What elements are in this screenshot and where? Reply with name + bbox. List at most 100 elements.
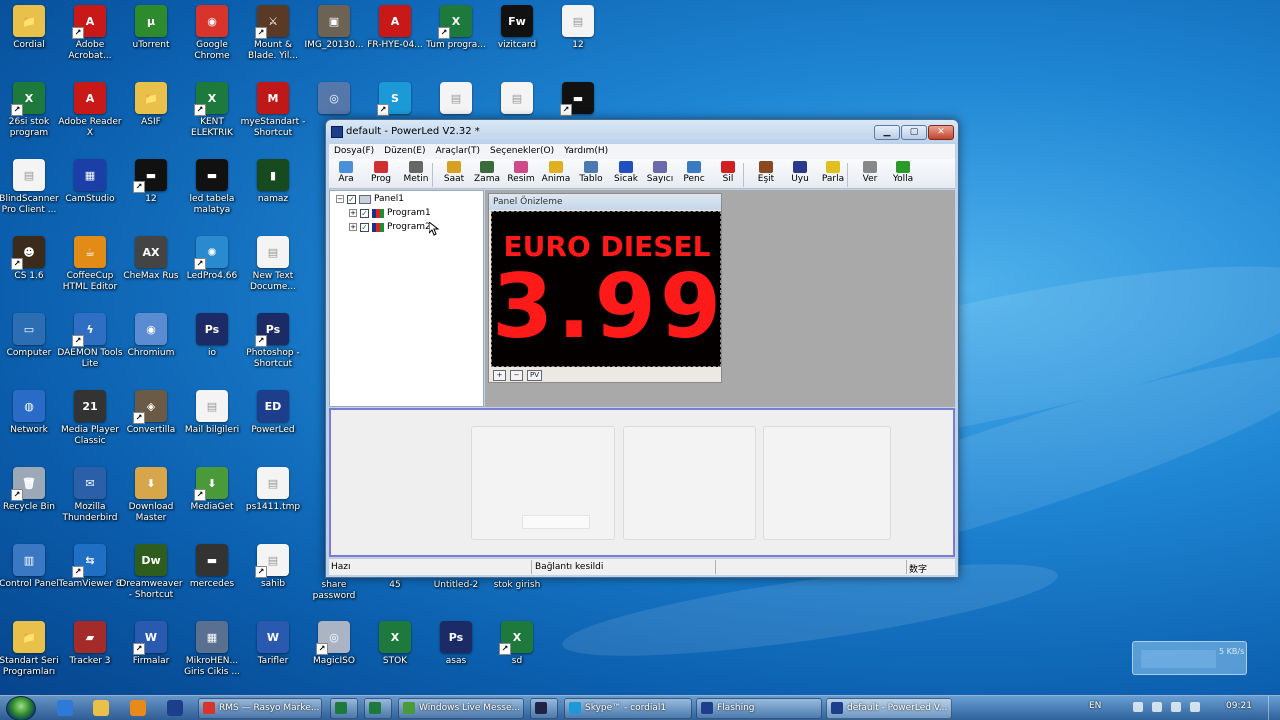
desktop-icon[interactable]: W Tarifler: [239, 621, 307, 667]
desktop-icon[interactable]: 📁 ASIF: [117, 82, 185, 128]
program1-checkbox[interactable]: ✓: [360, 208, 369, 218]
desktop-icon[interactable]: ✺LedPro4.66: [178, 236, 246, 282]
desktop-icon[interactable]: ▤ BlindScanner Pro Client ...: [0, 159, 63, 216]
desktop-icon[interactable]: XKENT ELEKTRIK: [178, 82, 246, 139]
panel-preview[interactable]: Panel Önizleme EURO DIESEL 3.99 + − PV: [488, 193, 722, 383]
toolbar-button[interactable]: Sicak: [609, 161, 643, 184]
desktop-icon-label[interactable]: 45: [361, 580, 429, 591]
pv-button[interactable]: PV: [527, 370, 542, 381]
desktop-icon[interactable]: A FR-HYE-04...: [361, 5, 429, 51]
desktop-icon[interactable]: ϟDAEMON Tools Lite: [56, 313, 124, 370]
tree-node-panel1[interactable]: − ✓ Panel1: [336, 193, 404, 205]
desktop-icon[interactable]: X STOK: [361, 621, 429, 667]
volume-icon[interactable]: [1171, 702, 1181, 712]
zoom-out-button[interactable]: −: [510, 370, 523, 381]
desktop-icon[interactable]: ▰ Tracker 3: [56, 621, 124, 667]
taskbar-button[interactable]: [530, 698, 558, 719]
taskbar-button[interactable]: default - PowerLed V...: [826, 698, 952, 719]
taskbar-button[interactable]: Flashing: [696, 698, 822, 719]
taskbar-button[interactable]: [330, 698, 358, 719]
collapse-toggle[interactable]: −: [336, 195, 344, 203]
desktop-icon[interactable]: ED PowerLed: [239, 390, 307, 436]
desktop-icon-label[interactable]: stok girish: [483, 580, 551, 591]
desktop-icon[interactable]: ▮ namaz: [239, 159, 307, 205]
toolbar-button[interactable]: Zama: [470, 161, 504, 184]
media-player-icon[interactable]: [130, 700, 146, 716]
toolbar-button[interactable]: Prog: [364, 161, 398, 184]
toolbar-button[interactable]: Ara: [329, 161, 363, 184]
desktop-icon[interactable]: Xsd: [483, 621, 551, 667]
desktop-icon[interactable]: X26si stok program: [0, 82, 63, 139]
toolbar-button[interactable]: Saat: [437, 161, 471, 184]
desktop-icon[interactable]: ⬇ Download Master: [117, 467, 185, 524]
desktop-icon[interactable]: ⚔Mount & Blade. Yil...: [239, 5, 307, 62]
expand-toggle[interactable]: +: [349, 209, 357, 217]
desktop-icon[interactable]: ⇆TeamViewer 8: [56, 544, 124, 590]
desktop-icon[interactable]: ☕ CoffeeCup HTML Editor: [56, 236, 124, 293]
desktop-icon[interactable]: ◈Convertilla: [117, 390, 185, 436]
desktop-icon[interactable]: ▤ New Text Docume...: [239, 236, 307, 293]
language-indicator[interactable]: EN: [1089, 701, 1101, 711]
led-display[interactable]: EURO DIESEL 3.99: [491, 211, 721, 367]
toolbar-button[interactable]: Sil: [711, 161, 745, 184]
desktop-icon[interactable]: ◉ Google Chrome: [178, 5, 246, 62]
desktop-icon-label[interactable]: share password: [300, 580, 368, 602]
menu-item[interactable]: Araçlar(T): [430, 144, 485, 159]
desktop-icon[interactable]: MmyeStandart - Shortcut: [239, 82, 307, 139]
program2-checkbox[interactable]: ✓: [360, 222, 369, 232]
desktop-icon[interactable]: AAdobe Acrobat...: [56, 5, 124, 62]
panel-checkbox[interactable]: ✓: [347, 194, 356, 204]
desktop-icon[interactable]: ▭ Computer: [0, 313, 63, 359]
expand-toggle[interactable]: +: [349, 223, 357, 231]
toolbar-button[interactable]: Penc: [677, 161, 711, 184]
desktop-icon[interactable]: XTum progra...: [422, 5, 490, 51]
desktop-icon[interactable]: ▥ Control Panel: [0, 544, 63, 590]
toolbar-button[interactable]: Metin: [399, 161, 433, 184]
desktop-icon[interactable]: Ps asas: [422, 621, 490, 667]
desktop-icon[interactable]: ▤sahib: [239, 544, 307, 590]
menu-item[interactable]: Yardım(H): [559, 144, 613, 159]
network-meter-gadget[interactable]: 5 KB/s: [1132, 641, 1247, 675]
toolbar-button[interactable]: Parla: [816, 161, 850, 184]
desktop-icon[interactable]: ▬12: [117, 159, 185, 205]
toolbar-button[interactable]: Uyu: [783, 161, 817, 184]
desktop-icon[interactable]: 21 Media Player Classic: [56, 390, 124, 447]
desktop-icon[interactable]: ◎: [300, 82, 368, 117]
desktop-icon[interactable]: 📁 Standart Seri Programları: [0, 621, 63, 678]
taskbar-button[interactable]: [364, 698, 392, 719]
explorer-icon[interactable]: [93, 700, 109, 716]
maximize-button[interactable]: ▢: [901, 125, 927, 140]
toolbar-button[interactable]: Ver: [853, 161, 887, 184]
zoom-in-button[interactable]: +: [493, 370, 506, 381]
start-button[interactable]: [6, 696, 36, 720]
tree-node-program2[interactable]: + ✓ Program2: [349, 221, 431, 233]
edit-workarea[interactable]: Panel Önizleme EURO DIESEL 3.99 + − PV: [485, 190, 955, 407]
desktop-icon[interactable]: S: [361, 82, 429, 117]
desktop-icon[interactable]: ▤ 12: [544, 5, 612, 51]
desktop-icon[interactable]: ⬇MediaGet: [178, 467, 246, 513]
tray-flag-icon[interactable]: [1133, 702, 1143, 712]
window-titlebar[interactable]: default - PowerLed V2.32 * ▁ ▢ ✕: [326, 120, 958, 144]
desktop-icon[interactable]: Fw vizitcard: [483, 5, 551, 51]
menu-item[interactable]: Düzen(E): [379, 144, 430, 159]
desktop-icon[interactable]: ☻CS 1.6: [0, 236, 63, 282]
toolbar-button[interactable]: Tablo: [574, 161, 608, 184]
powerled-quick-icon[interactable]: [167, 700, 183, 716]
desktop-icon[interactable]: ▬ mercedes: [178, 544, 246, 590]
desktop-icon[interactable]: ◎MagicISO: [300, 621, 368, 667]
show-desktop-button[interactable]: [1268, 696, 1280, 720]
desktop-icon[interactable]: ◍ Network: [0, 390, 63, 436]
desktop-icon[interactable]: AX CheMax Rus: [117, 236, 185, 282]
desktop-icon[interactable]: ✉ Mozilla Thunderbird: [56, 467, 124, 524]
menu-item[interactable]: Dosya(F): [329, 144, 379, 159]
desktop-icon[interactable]: ▦ MikroHEN... Giris Cikis ...: [178, 621, 246, 678]
minimize-button[interactable]: ▁: [874, 125, 900, 140]
desktop-icon[interactable]: ▤ ps1411.tmp: [239, 467, 307, 513]
tray-app-icon[interactable]: [1152, 702, 1162, 712]
program-tree[interactable]: − ✓ Panel1 + ✓ Program1 + ✓ Program2: [329, 190, 484, 407]
taskbar-button[interactable]: Windows Live Messe...: [398, 698, 524, 719]
taskbar-button[interactable]: Skype™ - cordial1: [564, 698, 692, 719]
desktop-icon[interactable]: Dw Dreamweaver - Shortcut: [117, 544, 185, 601]
desktop-icon[interactable]: 🗑Recycle Bin: [0, 467, 63, 513]
desktop-icon[interactable]: ▤: [422, 82, 490, 117]
